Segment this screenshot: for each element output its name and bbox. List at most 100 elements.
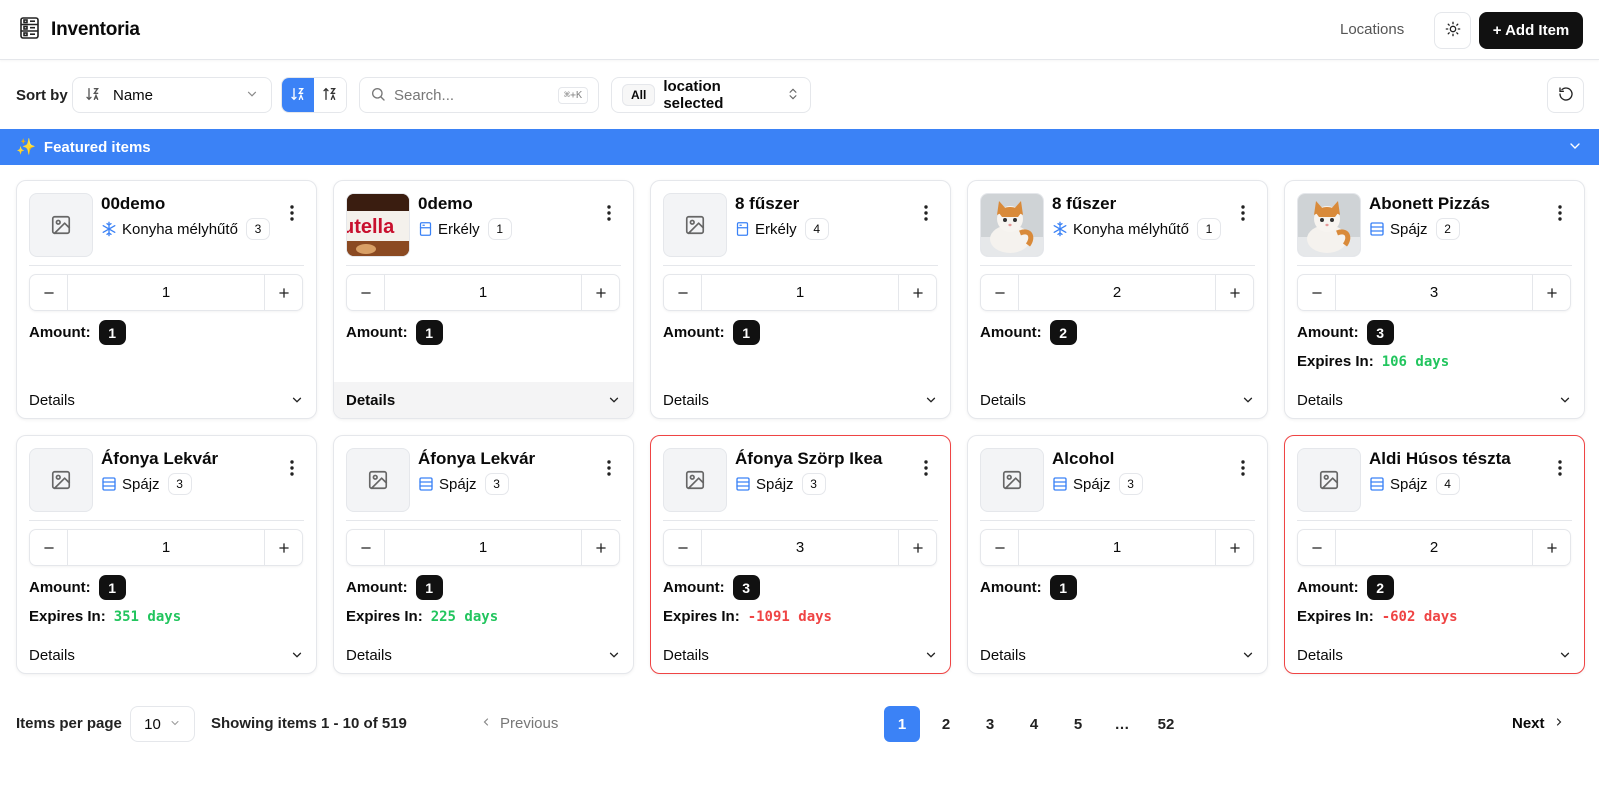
item-name[interactable]: Abonett Pizzás <box>1369 194 1490 214</box>
quantity-value[interactable]: 3 <box>1335 275 1533 310</box>
item-menu-button[interactable] <box>282 201 302 225</box>
details-toggle[interactable]: Details <box>334 382 633 418</box>
item-thumbnail[interactable] <box>29 448 93 512</box>
details-toggle[interactable]: Details <box>651 382 950 418</box>
page-button[interactable]: 2 <box>928 706 964 742</box>
item-name[interactable]: Áfonya Lekvár <box>101 449 218 469</box>
decrement-button[interactable] <box>981 275 1018 310</box>
item-name[interactable]: Aldi Húsos tészta <box>1369 449 1511 469</box>
item-thumbnail[interactable] <box>346 448 410 512</box>
decrement-button[interactable] <box>664 275 701 310</box>
sort-ascending-button[interactable] <box>282 78 314 112</box>
item-menu-button[interactable] <box>1233 456 1253 480</box>
item-name[interactable]: Áfonya Lekvár <box>418 449 535 469</box>
item-menu-button[interactable] <box>282 456 302 480</box>
quantity-value[interactable]: 3 <box>701 530 899 565</box>
decrement-button[interactable] <box>981 530 1018 565</box>
item-thumbnail[interactable] <box>1297 448 1361 512</box>
item-menu-button[interactable] <box>599 456 619 480</box>
page-button[interactable]: 4 <box>1016 706 1052 742</box>
item-menu-button[interactable] <box>1550 456 1570 480</box>
rotate-ccw-icon <box>1558 86 1574 105</box>
details-toggle[interactable]: Details <box>968 382 1267 418</box>
sort-descending-button[interactable] <box>314 78 346 112</box>
quantity-value[interactable]: 2 <box>1018 275 1216 310</box>
quantity-value[interactable]: 1 <box>384 530 582 565</box>
item-thumbnail[interactable] <box>980 193 1044 257</box>
previous-page-button[interactable]: Previous <box>480 715 558 732</box>
details-toggle[interactable]: Details <box>1285 637 1584 673</box>
sort-select[interactable]: Name <box>72 77 272 113</box>
item-thumbnail[interactable] <box>980 448 1044 512</box>
decrement-button[interactable] <box>664 530 701 565</box>
increment-button[interactable] <box>1533 275 1570 310</box>
increment-button[interactable] <box>1533 530 1570 565</box>
quantity-value[interactable]: 1 <box>67 530 265 565</box>
item-photo <box>981 194 1043 256</box>
item-name[interactable]: 00demo <box>101 194 165 214</box>
item-menu-button[interactable] <box>916 456 936 480</box>
quantity-value[interactable]: 1 <box>67 275 265 310</box>
page-button[interactable]: 52 <box>1148 706 1184 742</box>
location-count-badge: 2 <box>1435 218 1460 240</box>
details-toggle[interactable]: Details <box>651 637 950 673</box>
decrement-button[interactable] <box>1298 530 1335 565</box>
increment-button[interactable] <box>899 530 936 565</box>
item-name[interactable]: 8 fűszer <box>735 194 799 214</box>
item-menu-button[interactable] <box>599 201 619 225</box>
item-thumbnail[interactable] <box>1297 193 1361 257</box>
increment-button[interactable] <box>582 275 619 310</box>
location-name: Konyha mélyhűtő <box>1073 220 1189 238</box>
page-button[interactable]: 1 <box>884 706 920 742</box>
details-toggle[interactable]: Details <box>17 382 316 418</box>
item-name[interactable]: 0demo <box>418 194 473 214</box>
quantity-value[interactable]: 1 <box>701 275 899 310</box>
details-toggle[interactable]: Details <box>17 637 316 673</box>
item-thumbnail[interactable] <box>663 193 727 257</box>
decrement-button[interactable] <box>347 275 384 310</box>
amount-row: Amount: 1 <box>29 320 126 345</box>
item-name[interactable]: Áfonya Szörp Ikea <box>735 449 882 469</box>
add-item-button[interactable]: + Add Item <box>1479 12 1583 49</box>
theme-toggle-button[interactable] <box>1434 12 1471 49</box>
featured-items-bar[interactable]: ✨ Featured items <box>0 129 1599 165</box>
item-thumbnail[interactable] <box>29 193 93 257</box>
details-toggle[interactable]: Details <box>968 637 1267 673</box>
decrement-button[interactable] <box>347 530 384 565</box>
details-toggle[interactable]: Details <box>334 637 633 673</box>
page-button[interactable]: 5 <box>1060 706 1096 742</box>
decrement-button[interactable] <box>30 275 67 310</box>
item-thumbnail[interactable]: utella <box>346 193 410 257</box>
increment-button[interactable] <box>582 530 619 565</box>
details-label: Details <box>1297 646 1343 664</box>
next-page-button[interactable]: Next <box>1512 715 1565 732</box>
decrement-button[interactable] <box>1298 275 1335 310</box>
search-input[interactable] <box>394 86 550 104</box>
item-thumbnail[interactable] <box>663 448 727 512</box>
page-button[interactable]: 3 <box>972 706 1008 742</box>
item-menu-button[interactable] <box>1233 201 1253 225</box>
item-menu-button[interactable] <box>1550 201 1570 225</box>
quantity-value[interactable]: 1 <box>1018 530 1216 565</box>
increment-button[interactable] <box>899 275 936 310</box>
image-placeholder-icon <box>50 469 72 491</box>
details-toggle[interactable]: Details <box>1285 382 1584 418</box>
location-filter-select[interactable]: All location selected <box>611 77 811 113</box>
nav-locations-link[interactable]: Locations <box>1340 21 1404 38</box>
items-per-page-select[interactable]: 10 <box>130 706 195 742</box>
increment-button[interactable] <box>1216 530 1253 565</box>
item-menu-button[interactable] <box>916 201 936 225</box>
increment-button[interactable] <box>265 530 302 565</box>
increment-button[interactable] <box>265 275 302 310</box>
quantity-value[interactable]: 1 <box>384 275 582 310</box>
expires-value: 351 days <box>113 608 182 625</box>
increment-button[interactable] <box>1216 275 1253 310</box>
amount-row: Amount: 3 <box>1297 320 1394 345</box>
item-location: Konyha mélyhűtő 1 <box>1052 218 1221 240</box>
brand[interactable]: Inventoria <box>20 17 140 42</box>
decrement-button[interactable] <box>30 530 67 565</box>
item-name[interactable]: 8 fűszer <box>1052 194 1116 214</box>
item-name[interactable]: Alcohol <box>1052 449 1114 469</box>
quantity-value[interactable]: 2 <box>1335 530 1533 565</box>
reset-filters-button[interactable] <box>1547 77 1584 113</box>
